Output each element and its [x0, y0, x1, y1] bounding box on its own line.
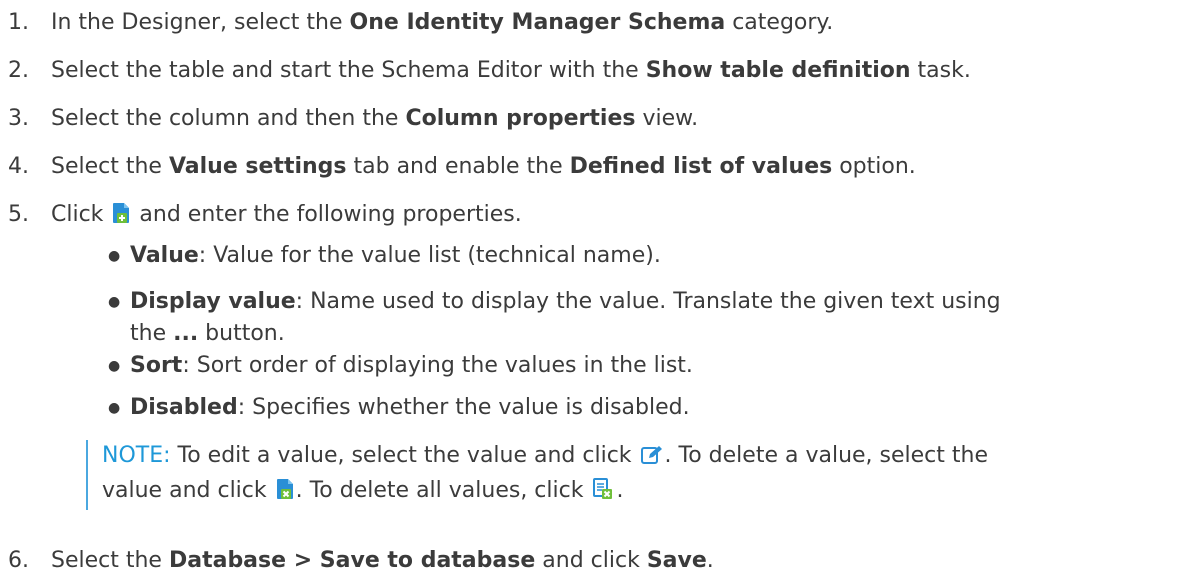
ui-term: Defined list of values — [569, 154, 833, 179]
step-text: task. — [910, 58, 971, 83]
note-label: NOTE: — [102, 443, 171, 468]
note-text: To edit a value, select the value and cl… — [170, 443, 639, 468]
bullet-dot: ● — [108, 358, 121, 374]
property-display-value: Display value: Name used to display the … — [130, 286, 1001, 350]
property-term: Sort — [130, 353, 183, 378]
property-desc: : Name used to display the value. Transl… — [295, 289, 1001, 314]
ui-term: Value settings — [168, 154, 347, 179]
add-value-icon — [112, 202, 130, 233]
step-5: 5. Click and enter the following propert… — [0, 200, 522, 233]
step-text: option. — [832, 154, 916, 179]
property-value: Value: Value for the value list (technic… — [130, 240, 661, 272]
ui-term: Save — [646, 548, 707, 573]
step-text: Select the — [51, 548, 169, 573]
note-text: . — [616, 478, 624, 503]
property-desc: button. — [198, 321, 285, 346]
property-sort: Sort: Sort order of displaying the value… — [130, 350, 693, 382]
step-text: Click — [51, 202, 111, 227]
property-term: Value — [130, 243, 199, 268]
step-3: 3. Select the column and then the Column… — [0, 104, 698, 134]
ui-term: Column properties — [405, 106, 636, 131]
step-number: 3. — [8, 106, 29, 131]
bullet-dot: ● — [108, 294, 121, 310]
step-number: 2. — [8, 58, 29, 83]
bullet-dot: ● — [108, 248, 121, 264]
property-desc: : Specifies whether the value is disable… — [237, 395, 690, 420]
ui-term: Database > Save to database — [168, 548, 536, 573]
ui-term: One Identity Manager Schema — [349, 10, 726, 35]
property-desc: : Value for the value list (technical na… — [198, 243, 661, 268]
ui-term: Show table definition — [645, 58, 911, 83]
note-text: . To delete all values, click — [295, 478, 591, 503]
bullet-dot: ● — [108, 400, 121, 416]
property-term: Disabled — [130, 395, 238, 420]
note-text: . To delete a value, select the — [664, 443, 989, 468]
step-text: Select the — [51, 154, 169, 179]
property-disabled: Disabled: Specifies whether the value is… — [130, 392, 690, 424]
step-number: 5. — [8, 202, 29, 227]
step-text: Select the column and then the — [51, 106, 406, 131]
step-text: and click — [535, 548, 647, 573]
step-text: category. — [725, 10, 834, 35]
delete-all-values-icon — [592, 478, 614, 510]
step-text: In the Designer, select the — [51, 10, 350, 35]
step-text: Select the table and start the Schema Ed… — [51, 58, 646, 83]
edit-value-icon — [640, 443, 663, 475]
note-text: value and click — [102, 478, 274, 503]
property-term: Display value — [130, 289, 296, 314]
note-block: NOTE: To edit a value, select the value … — [86, 440, 1162, 510]
step-text: tab and enable the — [346, 154, 570, 179]
step-2: 2. Select the table and start the Schema… — [0, 56, 971, 86]
ellipsis-button-label: ... — [173, 321, 199, 346]
step-number: 1. — [8, 10, 29, 35]
step-text: . — [706, 548, 714, 573]
property-desc: the — [130, 321, 174, 346]
step-4: 4. Select the Value settings tab and ena… — [0, 152, 916, 182]
step-text: view. — [635, 106, 699, 131]
step-number: 6. — [8, 548, 29, 573]
step-1: 1. In the Designer, select the One Ident… — [0, 8, 833, 38]
step-text: and enter the following properties. — [132, 202, 522, 227]
step-number: 4. — [8, 154, 29, 179]
step-6: 6. Select the Database > Save to databas… — [0, 546, 714, 576]
delete-value-icon — [276, 478, 294, 510]
property-desc: : Sort order of displaying the values in… — [182, 353, 693, 378]
